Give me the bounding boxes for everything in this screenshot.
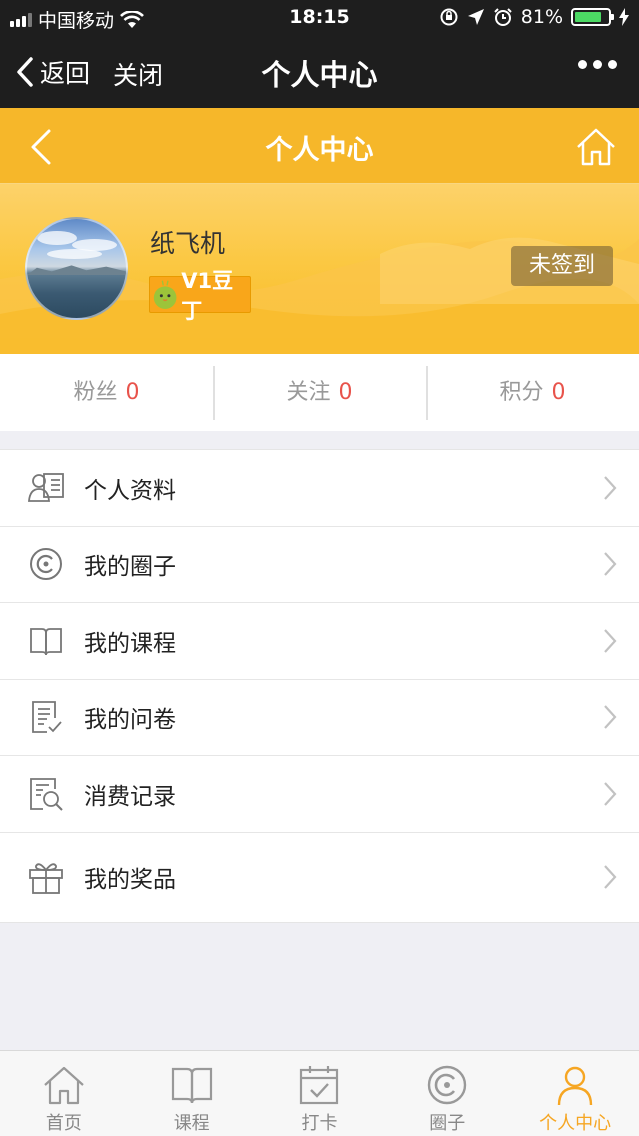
level-badge: V1豆丁: [149, 269, 251, 323]
stat-points[interactable]: 积分 0: [426, 354, 639, 431]
menu-item-label: 消费记录: [84, 783, 176, 810]
tab-courses[interactable]: 课程: [128, 1051, 256, 1136]
menu-item-label: 我的圈子: [84, 554, 176, 581]
menu-item-circles[interactable]: 我的圈子: [0, 527, 639, 603]
tab-bar: 首页 课程 打卡 圈子 个人中心: [0, 1050, 639, 1136]
orientation-lock-icon: [440, 8, 458, 26]
chevron-right-icon: [604, 552, 617, 576]
menu-item-profile[interactable]: 个人资料: [0, 450, 639, 527]
chevron-right-icon: [604, 705, 617, 729]
tab-label: 首页: [45, 1113, 82, 1134]
menu-item-courses[interactable]: 我的课程: [0, 603, 639, 680]
tab-profile[interactable]: 个人中心: [511, 1051, 639, 1136]
calendar-check-icon: [300, 1066, 339, 1105]
battery-icon: [571, 8, 614, 26]
stat-label: 粉丝: [73, 380, 118, 405]
top-bar: 中国移动 18:15 81% 返回 关闭 个人中心: [0, 0, 639, 108]
menu-item-label: 我的课程: [84, 630, 176, 657]
page-header: 个人中心: [0, 108, 639, 184]
menu-item-prizes[interactable]: 我的奖品: [0, 833, 639, 922]
battery-percent: 81%: [520, 6, 563, 28]
wechat-nav-bar: 返回 关闭 个人中心: [0, 36, 639, 108]
checklist-icon: [32, 701, 62, 734]
chevron-right-icon: [604, 782, 617, 806]
page-title: 个人中心: [265, 135, 374, 166]
circle-icon: [30, 548, 62, 581]
username: 纸飞机: [150, 229, 226, 258]
receipt-search-icon: [30, 777, 63, 811]
chevron-right-icon: [604, 629, 617, 653]
gift-icon: [29, 863, 63, 894]
chevron-right-icon: [604, 476, 617, 500]
status-bar: 中国移动 18:15 81%: [0, 0, 639, 36]
stat-label: 关注: [286, 380, 331, 405]
wechat-nav-title: 个人中心: [261, 58, 378, 92]
stat-value: 0: [338, 380, 353, 405]
menu-item-surveys[interactable]: 我的问卷: [0, 680, 639, 756]
tab-home[interactable]: 首页: [0, 1051, 128, 1136]
tab-circles[interactable]: 圈子: [383, 1051, 511, 1136]
id-card-icon: [28, 472, 64, 502]
chick-icon: [153, 280, 177, 309]
menu-item-label: 我的奖品: [84, 867, 176, 893]
menu-list: 个人资料 我的圈子 我的课程 我的问卷 消费记录 我的奖品: [0, 449, 639, 923]
tab-checkin[interactable]: 打卡: [256, 1051, 384, 1136]
tab-label: 个人中心: [539, 1113, 612, 1134]
level-label: V1豆丁: [181, 268, 234, 323]
charging-icon: [619, 8, 629, 26]
more-dots-icon[interactable]: [578, 60, 617, 69]
alarm-icon: [494, 8, 512, 26]
stats-bar: 粉丝 0 关注 0 积分 0: [0, 354, 639, 431]
menu-item-label: 我的问卷: [84, 707, 176, 734]
location-icon: [467, 9, 484, 25]
tab-label: 圈子: [429, 1113, 466, 1134]
circle-icon: [428, 1065, 467, 1105]
stat-value: 0: [551, 380, 566, 405]
tab-label: 课程: [173, 1113, 210, 1134]
tab-label: 打卡: [301, 1113, 338, 1134]
user-icon: [557, 1066, 593, 1106]
profile-banner: 纸飞机 V1豆丁 未签到: [0, 184, 639, 354]
home-icon[interactable]: [575, 126, 617, 168]
home-icon: [44, 1066, 84, 1105]
chevron-right-icon: [604, 865, 617, 889]
avatar[interactable]: [25, 217, 128, 320]
stat-fans[interactable]: 粉丝 0: [0, 354, 213, 431]
menu-item-spending[interactable]: 消费记录: [0, 756, 639, 833]
stat-label: 积分: [499, 380, 544, 405]
stat-following[interactable]: 关注 0: [213, 354, 426, 431]
book-icon: [171, 1067, 212, 1104]
menu-item-label: 个人资料: [84, 477, 176, 504]
checkin-button[interactable]: 未签到: [511, 246, 613, 286]
book-icon: [30, 627, 62, 655]
stat-value: 0: [125, 380, 140, 405]
